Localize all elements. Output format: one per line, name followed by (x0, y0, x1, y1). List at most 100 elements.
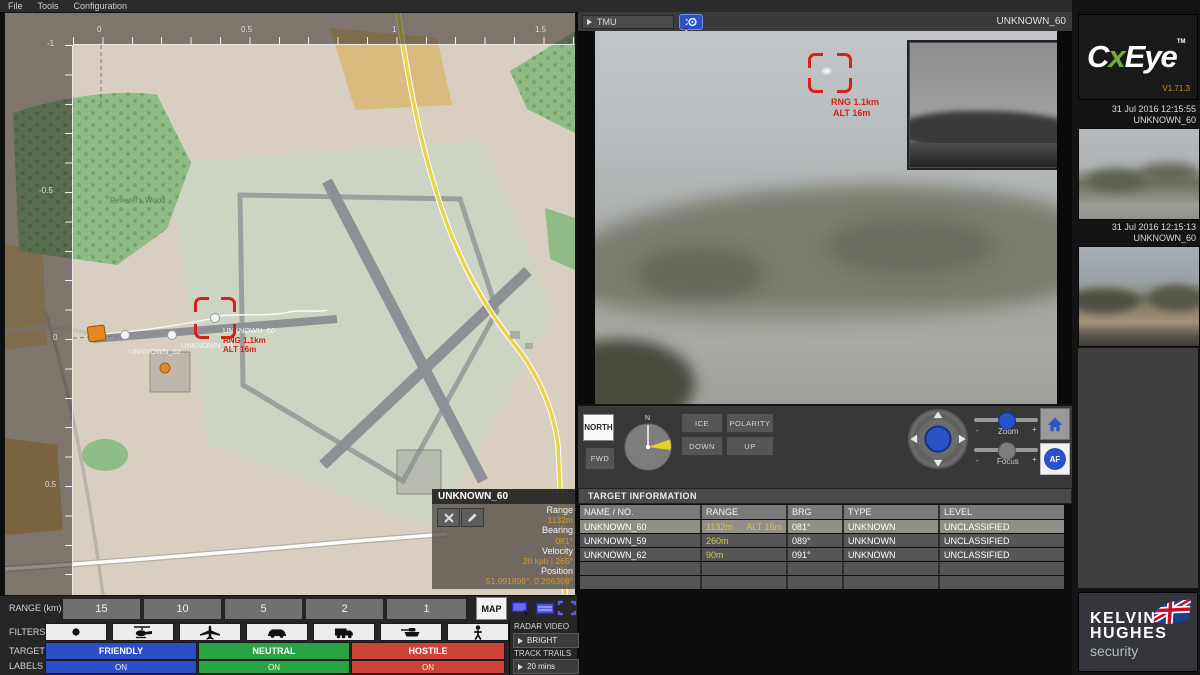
fwd-button[interactable]: FWD (585, 447, 615, 470)
radar-video-dropdown[interactable]: BRIGHT (513, 633, 579, 648)
range-button-1[interactable]: 1 (386, 598, 467, 620)
video-tracking-reticle[interactable] (808, 53, 852, 93)
map-tool-video-button[interactable] (534, 600, 555, 616)
cell-name: UNKNOWN_62 (580, 548, 702, 561)
zoom-minus-button[interactable]: - (976, 426, 979, 435)
range-button-15[interactable]: 15 (62, 598, 141, 620)
map-tool-extent-button[interactable] (556, 600, 577, 616)
cxeye-logo: CxEyeTM V1.71.3 (1078, 14, 1198, 100)
zoom-plus-button[interactable]: + (1032, 425, 1037, 434)
filter-helicopter-button[interactable] (112, 623, 174, 641)
video-source-dropdown[interactable]: TMU (582, 15, 674, 29)
logo-c: C (1087, 39, 1108, 74)
map-mode-button[interactable]: MAP (476, 597, 507, 620)
range-button-2[interactable]: 2 (305, 598, 384, 620)
target-label-unknown62: UNKNOWN_62 (129, 347, 181, 356)
range-button-5[interactable]: 5 (224, 598, 303, 620)
table-row[interactable]: UNKNOWN_60 1132mALT 16m 081° UNKNOWN UNC… (580, 520, 1068, 533)
cell-range: 90m (706, 550, 724, 560)
region-select-icon (511, 601, 531, 616)
down-button[interactable]: DOWN (681, 436, 723, 456)
thermal-inset-video[interactable] (909, 42, 1057, 168)
info-field-label: Range (432, 505, 575, 515)
cell-type: UNKNOWN (844, 548, 940, 561)
track-trails-dropdown[interactable]: 20 mins (513, 659, 579, 674)
thermal-ground (910, 143, 1057, 167)
filter-unknown-button[interactable] (45, 623, 107, 641)
snapshot-target-name: UNKNOWN_60 (1078, 115, 1196, 126)
dropdown-arrow-icon (518, 664, 523, 670)
ptz-joystick[interactable] (907, 408, 969, 470)
cell-level: UNCLASSIFIED (940, 548, 1064, 561)
focus-minus-button[interactable]: - (976, 456, 979, 465)
labels-hostile-toggle[interactable]: ON (351, 660, 505, 674)
targets-hostile-button[interactable]: HOSTILE (351, 642, 505, 660)
thumbnail-trees (1087, 169, 1147, 191)
filter-person-button[interactable] (447, 623, 509, 641)
snapshot-timestamp: 31 Jul 2016 12:15:55 (1078, 104, 1196, 115)
target-information-title: TARGET INFORMATION (578, 488, 1072, 504)
filter-truck-icon (333, 625, 355, 639)
joystick-knob[interactable] (925, 426, 950, 451)
zoom-slider[interactable]: - Zoom + (974, 410, 1038, 438)
thumbnail-trees (1078, 289, 1139, 313)
table-row[interactable]: UNKNOWN_62 90m 091° UNKNOWN UNCLASSIFIED (580, 548, 1068, 561)
camera-follow-icon (684, 17, 698, 27)
compass-north-label: N (645, 415, 650, 422)
application-window: File Tools Configuration (0, 0, 1200, 675)
up-button[interactable]: UP (726, 436, 774, 456)
target-dot-hostile[interactable] (160, 363, 170, 373)
menu-configuration[interactable]: Configuration (74, 1, 128, 11)
zoom-slider-label: Zoom (998, 427, 1018, 436)
target-alt-label: ALT 16m (223, 345, 256, 354)
filter-plane-button[interactable] (179, 623, 241, 641)
camera-home-button[interactable] (1040, 408, 1070, 440)
cell-range: 1132m (706, 522, 733, 532)
focus-slider[interactable]: - Focus + (974, 440, 1038, 468)
map-tracking-reticle[interactable] (194, 297, 236, 339)
cell-brg: 089° (788, 534, 844, 547)
woodland (82, 439, 128, 471)
north-button[interactable]: NORTH (583, 414, 614, 441)
snapshot-thumbnail[interactable] (1078, 246, 1200, 347)
track-trails-value: 20 mins (527, 662, 555, 671)
cell-alt: ALT 16m (746, 522, 782, 532)
map-tool-select-button[interactable] (510, 600, 531, 616)
labels-neutral-toggle[interactable]: ON (198, 660, 350, 674)
range-button-10[interactable]: 10 (143, 598, 222, 620)
filters-row-label: FILTERS (9, 627, 45, 637)
radar-sensor-icon[interactable] (87, 325, 106, 342)
brand-line1: KELVIN (1090, 611, 1167, 626)
target-info-popup-title: UNKNOWN_60 (432, 489, 575, 504)
targets-friendly-button[interactable]: FRIENDLY (45, 642, 197, 660)
map-panel[interactable]: Peverel's Wood UNKNOWN_62 UNKNOWN_59 UNK… (5, 13, 575, 595)
info-field-value: 1132m (432, 515, 575, 525)
radar-video-value: BRIGHT (527, 636, 557, 645)
video-alt-label: ALT 16m (833, 108, 870, 118)
autofocus-button[interactable]: AF (1040, 443, 1070, 475)
ice-button[interactable]: ICE (681, 413, 723, 433)
focus-plus-button[interactable]: + (1032, 455, 1037, 464)
menu-file[interactable]: File (8, 1, 23, 11)
menu-tools[interactable]: Tools (38, 1, 59, 11)
logo-x: x (1108, 39, 1124, 74)
target-dot-unknown59[interactable] (168, 331, 177, 340)
snapshot-timestamp: 31 Jul 2016 12:15:13 (1078, 222, 1196, 233)
info-field-value: 51.991898°, 0.266308° (432, 576, 575, 586)
filter-truck-button[interactable] (313, 623, 375, 641)
filter-car-icon (266, 625, 288, 639)
labels-friendly-toggle[interactable]: ON (45, 660, 197, 674)
table-row[interactable]: UNKNOWN_59 260m 089° UNKNOWN UNCLASSIFIE… (580, 534, 1068, 547)
snapshot-thumbnail[interactable] (1078, 128, 1200, 220)
video-feed[interactable]: RNG 1.1km ALT 16m (595, 31, 1057, 404)
filter-car-button[interactable] (246, 623, 308, 641)
polarity-button[interactable]: POLARITY (726, 413, 774, 433)
target-info-popup: UNKNOWN_60 Range 1132m Bearing 081° Velo… (432, 489, 575, 589)
map-highlight-box (150, 352, 190, 392)
cell-name: UNKNOWN_60 (580, 520, 702, 533)
target-dot-unknown62[interactable] (121, 331, 130, 340)
filter-tank-button[interactable] (380, 623, 442, 641)
building (525, 343, 533, 349)
ruler-label: -1 (47, 39, 54, 48)
targets-neutral-button[interactable]: NEUTRAL (198, 642, 350, 660)
